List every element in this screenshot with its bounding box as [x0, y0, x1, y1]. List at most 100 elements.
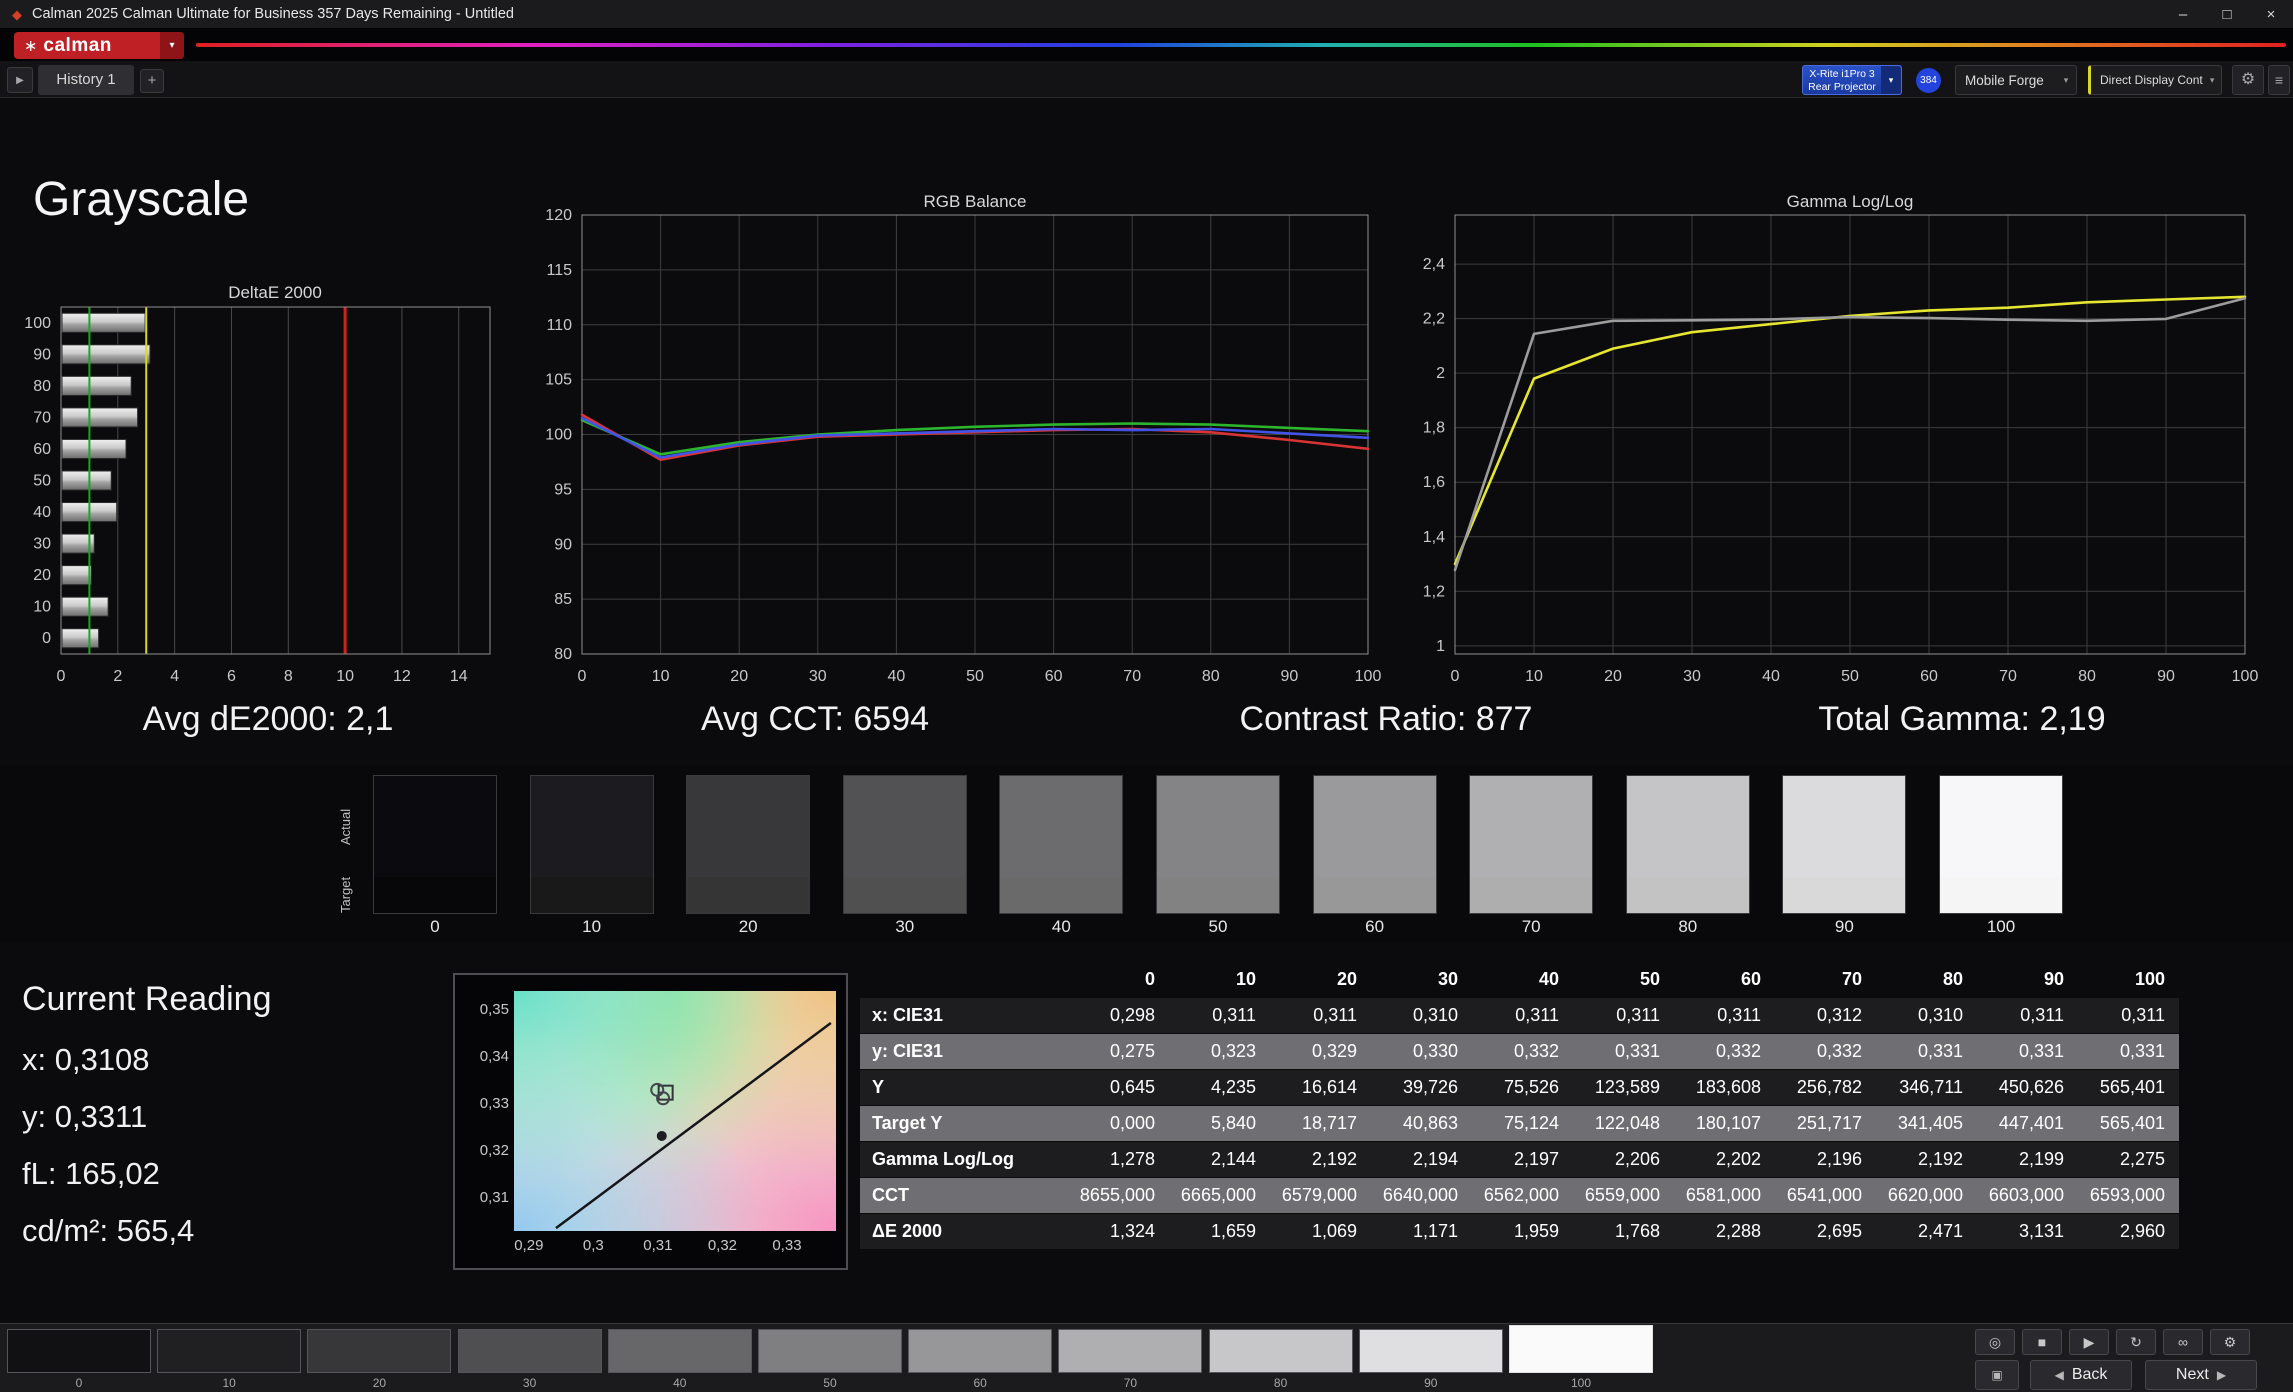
cie-x-tick-label: 0,29: [514, 1237, 544, 1254]
meter-button[interactable]: ◎: [1975, 1329, 2015, 1355]
swatch-tile: [1156, 775, 1280, 914]
table-cell: 1,324: [1109, 1221, 1155, 1241]
play-icon: ▶: [2083, 1334, 2095, 1350]
swatch-tile: [999, 775, 1124, 914]
next-button[interactable]: Next ▶: [2145, 1360, 2257, 1390]
reading-x: x: 0,3108: [22, 1042, 150, 1077]
current-reading-title: Current Reading: [22, 980, 272, 1018]
level-tile: [607, 1329, 752, 1373]
table-cell: 2,960: [2119, 1221, 2165, 1241]
swatch-target-patch: [1470, 877, 1593, 913]
level-label: 70: [1123, 1376, 1138, 1390]
level-button-40[interactable]: 40: [607, 1324, 752, 1392]
panel-icon: ≡: [2274, 72, 2284, 88]
play-button[interactable]: ▶: [2069, 1329, 2109, 1355]
level-tile: [1208, 1329, 1353, 1373]
svg-text:100: 100: [545, 427, 572, 444]
back-label: Back: [2071, 1366, 2108, 1383]
panel-toggle-button[interactable]: ≡: [2268, 65, 2290, 95]
grayscale-swatch: 90: [1782, 765, 1907, 943]
table-row-label: x: CIE31: [872, 1005, 944, 1025]
level-button-0[interactable]: 0: [7, 1324, 151, 1392]
settings-button[interactable]: ⚙: [2210, 1329, 2250, 1355]
svg-text:60: 60: [1920, 668, 1938, 685]
level-button-100[interactable]: 100: [1509, 1324, 1653, 1392]
level-button-80[interactable]: 80: [1208, 1324, 1353, 1392]
svg-text:50: 50: [33, 473, 51, 490]
table-cell: 0,332: [1715, 1041, 1761, 1061]
grayscale-swatch: 50: [1156, 765, 1280, 943]
level-button-50[interactable]: 50: [758, 1324, 902, 1392]
calman-logo-text: calman: [43, 34, 112, 56]
table-row-label: Gamma Log/Log: [872, 1149, 1015, 1169]
level-label: 10: [222, 1376, 236, 1390]
history-arrow-icon: ▶: [16, 74, 24, 86]
back-icon: ◀: [2054, 1368, 2064, 1382]
add-tab-button[interactable]: +: [140, 69, 164, 93]
svg-text:12: 12: [393, 668, 411, 685]
infinity-button[interactable]: ∞: [2163, 1329, 2203, 1355]
cie-x-tick-label: 0,33: [772, 1237, 802, 1254]
swatch-actual-patch: [1626, 776, 1749, 877]
level-button-90[interactable]: 90: [1358, 1324, 1503, 1392]
level-button-10[interactable]: 10: [157, 1324, 302, 1392]
next-label: Next: [2175, 1366, 2209, 1383]
svg-text:70: 70: [33, 409, 51, 426]
swatch-tile: [1625, 775, 1750, 914]
loop-button[interactable]: ↻: [2116, 1329, 2156, 1355]
svg-text:70: 70: [1123, 668, 1141, 685]
layout-button[interactable]: ▣: [1975, 1360, 2019, 1390]
close-button[interactable]: ×: [2249, 0, 2293, 29]
level-tile: [758, 1329, 902, 1373]
svg-text:20: 20: [730, 668, 748, 685]
history-expand-button[interactable]: ▶: [7, 67, 33, 93]
level-button-70[interactable]: 70: [1058, 1324, 1203, 1392]
swatch-level-label: 60: [1365, 917, 1385, 936]
settings-button[interactable]: ⚙: [2232, 65, 2264, 95]
table-cell: 8655,000: [1079, 1185, 1155, 1205]
swatch-tile: [1939, 775, 2063, 914]
display-control-select[interactable]: Direct Display Control ▾: [2088, 65, 2222, 95]
app-icon: ◆: [12, 6, 22, 22]
minimize-button[interactable]: –: [2161, 0, 2205, 29]
table-cell: 123,589: [1594, 1077, 1660, 1097]
svg-text:8: 8: [284, 668, 293, 685]
stop-button[interactable]: ■: [2022, 1329, 2062, 1355]
swatch-level-label: 30: [895, 917, 915, 936]
chevron-down-icon: ▾: [2063, 74, 2069, 85]
svg-text:100: 100: [2232, 668, 2259, 685]
table-header-cell: 80: [1942, 969, 1963, 989]
level-button-60[interactable]: 60: [908, 1324, 1053, 1392]
swatch-level-label: 70: [1521, 917, 1541, 936]
table-cell: 1,171: [1412, 1221, 1458, 1241]
swatch-level-label: 80: [1678, 917, 1698, 936]
meter-icon: ◎: [1988, 1334, 2002, 1350]
level-tile: [157, 1329, 302, 1373]
table-header-cell: 100: [2134, 969, 2165, 989]
avg-cct-stat: Avg CCT: 6594: [700, 700, 930, 738]
calman-logo-menu[interactable]: ∗ calman ▾: [14, 32, 184, 59]
deltae-bar-chart: 0 2 4 6 8 10 12 141009080706050403020100: [24, 306, 491, 685]
table-row-label: Y: [872, 1077, 885, 1097]
svg-text:10: 10: [1525, 668, 1543, 685]
table-cell: 0,645: [1109, 1077, 1155, 1097]
meter-select[interactable]: X-Rite i1Pro 3 Rear Projector ▾: [1802, 65, 1902, 95]
level-button-30[interactable]: 30: [457, 1324, 602, 1392]
table-cell: 2,695: [1816, 1221, 1862, 1241]
svg-text:10: 10: [33, 599, 51, 616]
svg-text:100: 100: [24, 315, 51, 332]
window-controls: – □ ×: [2161, 0, 2293, 29]
swatch-target-patch: [687, 877, 810, 913]
tab-history-1[interactable]: History 1: [38, 65, 134, 95]
table-cell: 6581,000: [1685, 1185, 1761, 1205]
display-control-label: Direct Display Control: [2100, 73, 2203, 87]
next-icon: ▶: [2216, 1368, 2227, 1382]
level-button-20[interactable]: 20: [307, 1324, 452, 1392]
table-cell: 565,401: [2099, 1077, 2165, 1097]
swatch-tile: [1312, 775, 1437, 914]
back-button[interactable]: ◀ Back: [2030, 1360, 2132, 1390]
maximize-button[interactable]: □: [2205, 0, 2249, 29]
table-cell: 1,069: [1311, 1221, 1357, 1241]
svg-text:80: 80: [1202, 668, 1220, 685]
source-select[interactable]: Mobile Forge ▾: [1955, 65, 2077, 95]
